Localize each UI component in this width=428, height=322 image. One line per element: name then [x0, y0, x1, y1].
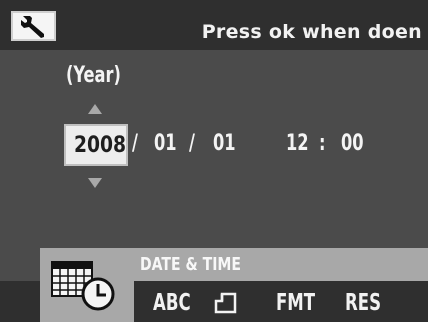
wrench-icon — [21, 16, 44, 38]
tab-abc[interactable]: ABC — [153, 290, 191, 316]
settings-button[interactable] — [11, 11, 56, 41]
hour-field[interactable]: 12 — [286, 131, 309, 156]
year-value: 2008 — [74, 133, 127, 158]
header-bar: Press ok when doen — [0, 0, 428, 50]
increment-arrow-icon[interactable] — [88, 104, 102, 114]
minute-field[interactable]: 00 — [341, 131, 364, 156]
field-label: (Year) — [66, 63, 121, 88]
frame-icon[interactable] — [213, 291, 239, 315]
calendar-clock-icon — [51, 261, 115, 311]
tab-res[interactable]: RES — [345, 290, 381, 316]
time-separator: : — [319, 131, 326, 156]
year-field[interactable]: 2008 — [64, 124, 128, 166]
month-field[interactable]: 01 — [154, 131, 177, 156]
tab-date-time[interactable] — [40, 248, 134, 322]
active-tab-label-bar: DATE & TIME — [134, 248, 428, 281]
day-field[interactable]: 01 — [213, 131, 236, 156]
date-separator: / — [132, 131, 138, 156]
tab-fmt[interactable]: FMT — [276, 290, 315, 316]
instruction-text: Press ok when doen — [201, 21, 422, 43]
date-separator: / — [189, 131, 195, 156]
decrement-arrow-icon[interactable] — [88, 178, 102, 188]
active-tab-label: DATE & TIME — [140, 254, 241, 275]
